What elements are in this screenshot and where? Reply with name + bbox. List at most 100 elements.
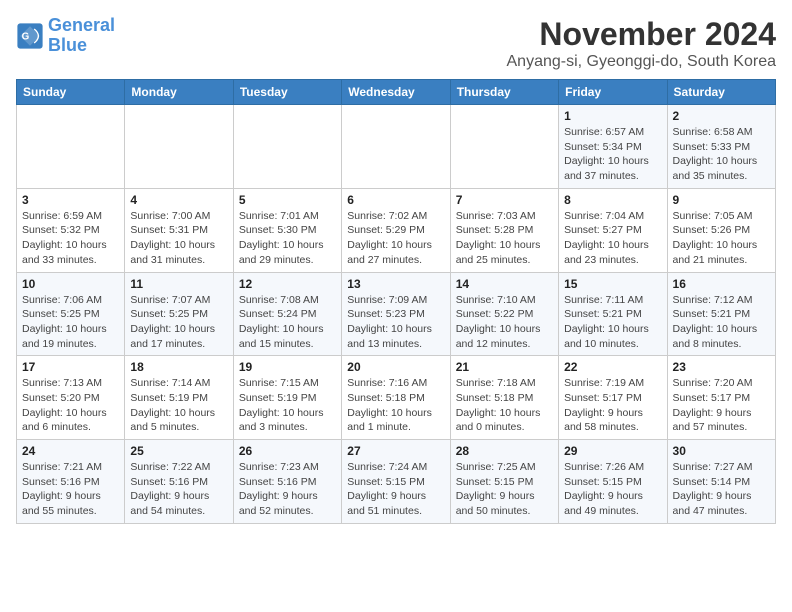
calendar-day-cell: 24Sunrise: 7:21 AM Sunset: 5:16 PM Dayli… — [17, 440, 125, 524]
calendar-day-cell: 27 Sunrise: 7:24 AM Sunset: 5:15 PM Dayli… — [342, 440, 450, 524]
day-info: Sunrise: 7:04 AM Sunset: 5:27 PM Dayligh… — [564, 209, 661, 268]
calendar-day-cell: 29 Sunrise: 7:26 AM Sunset: 5:15 PM Dayli… — [559, 440, 667, 524]
day-info: Sunrise: 7:02 AM Sunset: 5:29 PM Dayligh… — [347, 209, 444, 268]
day-info: Sunrise: 7:26 AM Sunset: 5:15 PM Dayligh… — [564, 460, 661, 519]
day-number: 8 — [564, 193, 661, 207]
day-number: 22 — [564, 360, 661, 374]
day-info: Sunrise: 7:27 AM Sunset: 5:14 PM Dayligh… — [673, 460, 770, 519]
day-info: Sunrise: 7:07 AM Sunset: 5:25 PM Dayligh… — [130, 293, 227, 352]
day-info: Sunrise: 7:03 AM Sunset: 5:28 PM Dayligh… — [456, 209, 553, 268]
weekday-header: Sunday — [17, 80, 125, 105]
day-info: Sunrise: 7:22 AM Sunset: 5:16 PM Dayligh… — [130, 460, 227, 519]
day-info: Sunrise: 6:57 AM Sunset: 5:34 PM Dayligh… — [564, 125, 661, 184]
logo-text: General Blue — [48, 16, 115, 56]
calendar-day-cell — [233, 105, 341, 189]
day-number: 1 — [564, 109, 661, 123]
calendar-day-cell: 21Sunrise: 7:18 AM Sunset: 5:18 PM Dayli… — [450, 356, 558, 440]
calendar-day-cell: 30 Sunrise: 7:27 AM Sunset: 5:14 PM Dayli… — [667, 440, 775, 524]
calendar-day-cell: 12Sunrise: 7:08 AM Sunset: 5:24 PM Dayli… — [233, 272, 341, 356]
day-number: 7 — [456, 193, 553, 207]
weekday-header: Thursday — [450, 80, 558, 105]
calendar-day-cell: 23 Sunrise: 7:20 AM Sunset: 5:17 PM Dayli… — [667, 356, 775, 440]
calendar-body: 1 Sunrise: 6:57 AM Sunset: 5:34 PM Daylig… — [17, 105, 776, 524]
day-info: Sunrise: 7:18 AM Sunset: 5:18 PM Dayligh… — [456, 376, 553, 435]
day-number: 4 — [130, 193, 227, 207]
day-info: Sunrise: 7:00 AM Sunset: 5:31 PM Dayligh… — [130, 209, 227, 268]
calendar-day-cell: 5 Sunrise: 7:01 AM Sunset: 5:30 PM Daylig… — [233, 188, 341, 272]
day-number: 28 — [456, 444, 553, 458]
day-number: 30 — [673, 444, 770, 458]
weekday-header: Tuesday — [233, 80, 341, 105]
day-number: 16 — [673, 277, 770, 291]
day-number: 5 — [239, 193, 336, 207]
calendar-week-row: 24Sunrise: 7:21 AM Sunset: 5:16 PM Dayli… — [17, 440, 776, 524]
location-subtitle: Anyang-si, Gyeonggi-do, South Korea — [507, 53, 777, 71]
day-number: 27 — [347, 444, 444, 458]
day-info: Sunrise: 7:01 AM Sunset: 5:30 PM Dayligh… — [239, 209, 336, 268]
calendar-day-cell: 4 Sunrise: 7:00 AM Sunset: 5:31 PM Daylig… — [125, 188, 233, 272]
day-number: 25 — [130, 444, 227, 458]
day-number: 29 — [564, 444, 661, 458]
day-number: 13 — [347, 277, 444, 291]
day-number: 19 — [239, 360, 336, 374]
calendar-day-cell: 7 Sunrise: 7:03 AM Sunset: 5:28 PM Daylig… — [450, 188, 558, 272]
calendar-day-cell: 20 Sunrise: 7:16 AM Sunset: 5:18 PM Dayli… — [342, 356, 450, 440]
calendar-day-cell: 14 Sunrise: 7:10 AM Sunset: 5:22 PM Dayli… — [450, 272, 558, 356]
day-number: 11 — [130, 277, 227, 291]
calendar-week-row: 3Sunrise: 6:59 AM Sunset: 5:32 PM Daylig… — [17, 188, 776, 272]
day-info: Sunrise: 7:16 AM Sunset: 5:18 PM Dayligh… — [347, 376, 444, 435]
calendar-day-cell: 10Sunrise: 7:06 AM Sunset: 5:25 PM Dayli… — [17, 272, 125, 356]
calendar-day-cell — [125, 105, 233, 189]
month-title: November 2024 — [507, 16, 777, 53]
day-number: 9 — [673, 193, 770, 207]
title-block: November 2024 Anyang-si, Gyeonggi-do, So… — [507, 16, 777, 71]
calendar-day-cell: 1 Sunrise: 6:57 AM Sunset: 5:34 PM Daylig… — [559, 105, 667, 189]
day-info: Sunrise: 7:24 AM Sunset: 5:15 PM Dayligh… — [347, 460, 444, 519]
day-info: Sunrise: 7:14 AM Sunset: 5:19 PM Dayligh… — [130, 376, 227, 435]
calendar-week-row: 1 Sunrise: 6:57 AM Sunset: 5:34 PM Daylig… — [17, 105, 776, 189]
day-info: Sunrise: 7:20 AM Sunset: 5:17 PM Dayligh… — [673, 376, 770, 435]
day-number: 20 — [347, 360, 444, 374]
calendar-day-cell: 8 Sunrise: 7:04 AM Sunset: 5:27 PM Daylig… — [559, 188, 667, 272]
calendar-week-row: 10Sunrise: 7:06 AM Sunset: 5:25 PM Dayli… — [17, 272, 776, 356]
weekday-header: Friday — [559, 80, 667, 105]
calendar-week-row: 17 Sunrise: 7:13 AM Sunset: 5:20 PM Dayli… — [17, 356, 776, 440]
day-info: Sunrise: 7:11 AM Sunset: 5:21 PM Dayligh… — [564, 293, 661, 352]
day-number: 15 — [564, 277, 661, 291]
day-info: Sunrise: 7:13 AM Sunset: 5:20 PM Dayligh… — [22, 376, 119, 435]
day-info: Sunrise: 7:08 AM Sunset: 5:24 PM Dayligh… — [239, 293, 336, 352]
day-info: Sunrise: 7:05 AM Sunset: 5:26 PM Dayligh… — [673, 209, 770, 268]
page-header: G General Blue November 2024 Anyang-si, … — [16, 16, 776, 71]
calendar-day-cell: 15 Sunrise: 7:11 AM Sunset: 5:21 PM Dayli… — [559, 272, 667, 356]
day-number: 24 — [22, 444, 119, 458]
calendar-day-cell: 9 Sunrise: 7:05 AM Sunset: 5:26 PM Daylig… — [667, 188, 775, 272]
day-number: 14 — [456, 277, 553, 291]
day-number: 3 — [22, 193, 119, 207]
calendar-day-cell: 19 Sunrise: 7:15 AM Sunset: 5:19 PM Dayli… — [233, 356, 341, 440]
calendar-day-cell — [342, 105, 450, 189]
calendar-day-cell: 13 Sunrise: 7:09 AM Sunset: 5:23 PM Dayli… — [342, 272, 450, 356]
calendar-table: SundayMondayTuesdayWednesdayThursdayFrid… — [16, 79, 776, 524]
calendar-day-cell: 3Sunrise: 6:59 AM Sunset: 5:32 PM Daylig… — [17, 188, 125, 272]
day-number: 18 — [130, 360, 227, 374]
calendar-header-row: SundayMondayTuesdayWednesdayThursdayFrid… — [17, 80, 776, 105]
day-number: 6 — [347, 193, 444, 207]
calendar-day-cell: 18 Sunrise: 7:14 AM Sunset: 5:19 PM Dayli… — [125, 356, 233, 440]
calendar-day-cell: 16Sunrise: 7:12 AM Sunset: 5:21 PM Dayli… — [667, 272, 775, 356]
logo-icon: G — [16, 22, 44, 50]
weekday-header: Wednesday — [342, 80, 450, 105]
svg-text:G: G — [22, 31, 30, 42]
day-info: Sunrise: 7:10 AM Sunset: 5:22 PM Dayligh… — [456, 293, 553, 352]
calendar-day-cell — [450, 105, 558, 189]
calendar-day-cell — [17, 105, 125, 189]
calendar-day-cell: 6 Sunrise: 7:02 AM Sunset: 5:29 PM Daylig… — [342, 188, 450, 272]
weekday-header: Saturday — [667, 80, 775, 105]
day-number: 23 — [673, 360, 770, 374]
day-number: 26 — [239, 444, 336, 458]
calendar-day-cell: 17 Sunrise: 7:13 AM Sunset: 5:20 PM Dayli… — [17, 356, 125, 440]
day-number: 17 — [22, 360, 119, 374]
day-info: Sunrise: 7:09 AM Sunset: 5:23 PM Dayligh… — [347, 293, 444, 352]
calendar-day-cell: 11 Sunrise: 7:07 AM Sunset: 5:25 PM Dayli… — [125, 272, 233, 356]
day-info: Sunrise: 7:15 AM Sunset: 5:19 PM Dayligh… — [239, 376, 336, 435]
day-info: Sunrise: 7:25 AM Sunset: 5:15 PM Dayligh… — [456, 460, 553, 519]
